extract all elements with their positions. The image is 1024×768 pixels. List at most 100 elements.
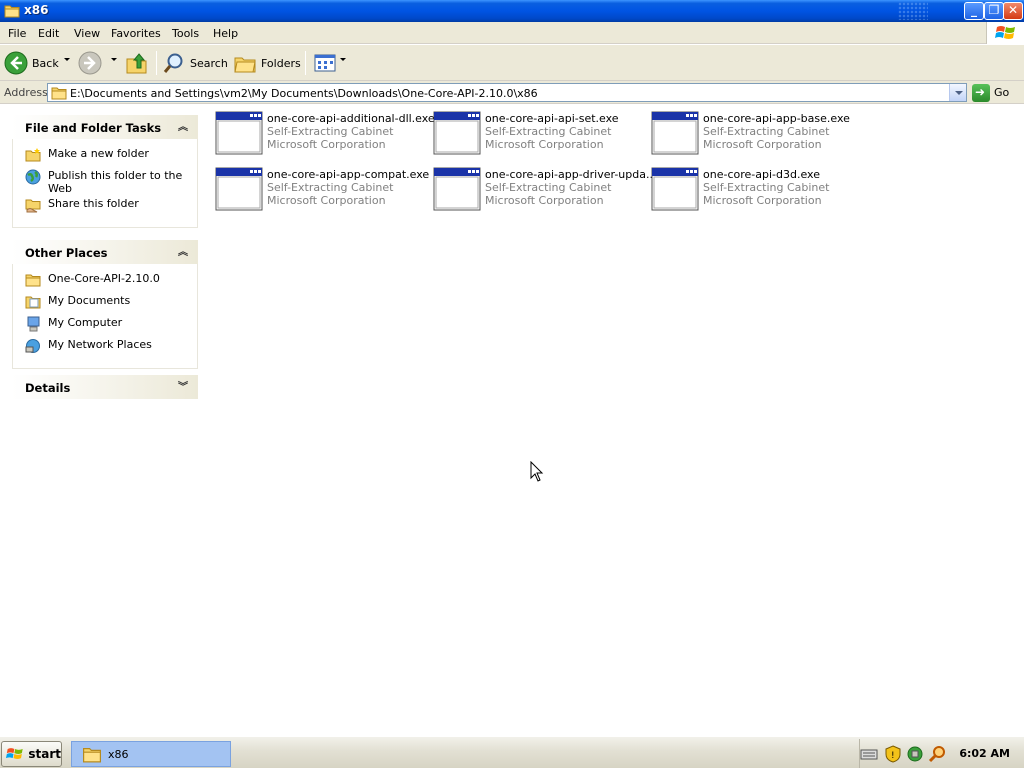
file-type: Self-Extracting Cabinet [485,181,612,194]
search-tray-icon[interactable] [928,745,946,763]
clock[interactable]: 6:02 AM [959,747,1010,760]
file-publisher: Microsoft Corporation [485,138,604,151]
folders-button[interactable]: Folders [233,49,301,77]
share-folder-icon [25,199,41,213]
make-new-folder-link[interactable]: Make a new folder [25,147,197,167]
file-publisher: Microsoft Corporation [267,194,386,207]
file-tile[interactable]: one-core-api-d3d.exe Self-Extracting Cab… [641,161,851,211]
place-my-computer-link[interactable]: My Computer [25,316,197,336]
start-button[interactable]: start [1,741,62,767]
file-name: one-core-api-d3d.exe [703,168,820,181]
forward-arrow-icon [78,51,102,75]
my-computer-icon [27,316,40,332]
file-name: one-core-api-app-compat.exe [267,168,430,181]
title-decoration [898,2,928,20]
new-folder-icon [25,148,41,162]
views-dropdown-icon[interactable] [340,58,346,61]
close-button[interactable]: ✕ [1003,2,1023,20]
minimize-button[interactable]: _ [964,2,984,20]
network-places-icon [25,339,40,353]
task-pane: File and Folder Tasks ︽ Make a new folde… [0,105,205,734]
application-exe-icon [651,167,699,211]
application-exe-icon [215,111,263,155]
file-publisher: Microsoft Corporation [703,138,822,151]
application-exe-icon [433,167,481,211]
go-button[interactable]: Go [972,83,1009,102]
menu-view[interactable]: View [74,27,100,40]
other-places-panel: Other Places ︽ One-Core-API-2.10.0 My Do… [12,240,198,369]
file-name: one-core-api-api-set.exe [485,112,619,125]
forward-button[interactable] [78,49,102,77]
views-button[interactable] [313,49,337,77]
file-name: one-core-api-app-driver-upda... [485,168,657,181]
folders-icon [234,57,256,73]
globe-icon [25,169,41,185]
search-button[interactable]: Search [162,49,228,77]
menu-edit[interactable]: Edit [38,27,59,40]
back-arrow-icon [4,51,28,75]
up-folder-button[interactable] [125,49,149,77]
file-type: Self-Extracting Cabinet [485,125,612,138]
place-my-documents-link[interactable]: My Documents [25,294,197,314]
panel-header[interactable]: Details ︾ [12,375,198,399]
place-parent-folder-link[interactable]: One-Core-API-2.10.0 [25,272,197,292]
place-my-network-places-link[interactable]: My Network Places [25,338,197,358]
file-tile[interactable]: one-core-api-app-driver-upda... Self-Ext… [423,161,656,211]
network-icon[interactable] [906,745,924,763]
address-label: Address [4,86,48,99]
taskbar: start x86 ! 6:02 AM [0,736,1024,768]
application-exe-icon [433,111,481,155]
details-panel: Details ︾ [12,375,198,399]
views-icon [314,54,336,72]
address-input[interactable]: E:\Documents and Settings\vm2\My Documen… [47,83,967,102]
search-icon [163,53,183,73]
file-tile[interactable]: one-core-api-app-compat.exe Self-Extract… [205,161,429,211]
panel-header[interactable]: Other Places ︽ [12,240,198,264]
forward-dropdown-icon[interactable] [111,58,117,61]
file-type: Self-Extracting Cabinet [267,181,394,194]
folder-icon [51,87,67,100]
menu-help[interactable]: Help [213,27,238,40]
menu-favorites[interactable]: Favorites [111,27,161,40]
address-value: E:\Documents and Settings\vm2\My Documen… [70,87,538,100]
my-documents-icon [25,296,41,309]
back-button[interactable]: Back [4,49,59,77]
file-publisher: Microsoft Corporation [267,138,386,151]
folder-icon [25,274,41,287]
application-exe-icon [215,167,263,211]
folder-icon [4,5,20,18]
share-folder-link[interactable]: Share this folder [25,197,197,217]
menu-file[interactable]: File [8,27,26,40]
address-dropdown-button[interactable] [949,84,966,101]
keyboard-icon[interactable] [860,745,878,763]
file-publisher: Microsoft Corporation [485,194,604,207]
collapse-chevron-icon[interactable]: ︽ [178,118,188,133]
security-shield-icon[interactable]: ! [884,745,902,763]
address-bar: Address E:\Documents and Settings\vm2\My… [0,81,1024,104]
collapse-chevron-icon[interactable]: ︽ [178,243,188,258]
file-list-view: one-core-api-additional-dll.exe Self-Ext… [205,105,1024,734]
window-title: x86 [24,3,49,17]
file-type: Self-Extracting Cabinet [703,181,830,194]
title-bar: x86 _ ❐ ✕ [0,0,1024,22]
file-type: Self-Extracting Cabinet [703,125,830,138]
windows-logo [986,22,1024,44]
file-folder-tasks-panel: File and Folder Tasks ︽ Make a new folde… [12,115,198,228]
publish-folder-link[interactable]: Publish this folder to the Web [25,169,197,195]
up-folder-icon [126,53,147,74]
svg-text:!: ! [891,751,895,761]
restore-button[interactable]: ❐ [984,2,1004,20]
file-tile[interactable]: one-core-api-additional-dll.exe Self-Ext… [205,105,435,155]
file-name: one-core-api-additional-dll.exe [267,112,435,125]
taskbar-window-x86[interactable]: x86 [71,741,231,767]
mouse-cursor-icon [530,461,544,482]
menu-tools[interactable]: Tools [172,27,199,40]
panel-header[interactable]: File and Folder Tasks ︽ [12,115,198,139]
expand-chevron-icon[interactable]: ︾ [178,378,188,393]
file-tile[interactable]: one-core-api-api-set.exe Self-Extracting… [423,105,633,155]
application-exe-icon [651,111,699,155]
file-name: one-core-api-app-base.exe [703,112,850,125]
file-type: Self-Extracting Cabinet [267,125,394,138]
file-tile[interactable]: one-core-api-app-base.exe Self-Extractin… [641,105,851,155]
back-dropdown-icon[interactable] [64,58,70,61]
